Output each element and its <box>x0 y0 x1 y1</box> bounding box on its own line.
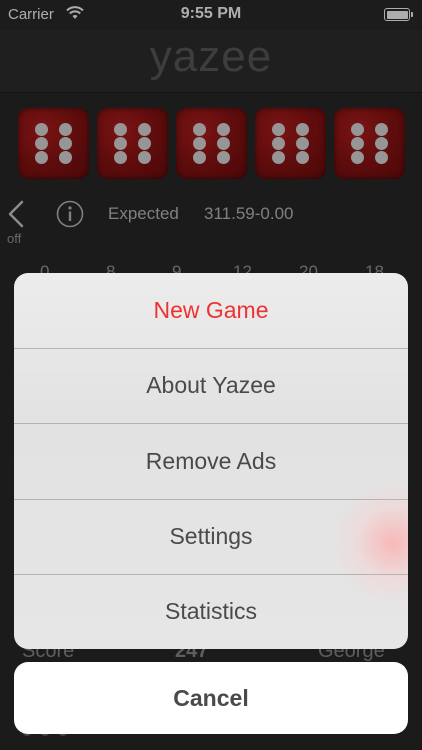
statistics-button[interactable]: Statistics <box>14 574 408 649</box>
settings-button[interactable]: Settings <box>14 499 408 575</box>
action-sheet: New Game About Yazee Remove Ads Settings… <box>14 273 408 649</box>
cancel-button[interactable]: Cancel <box>14 662 408 734</box>
about-yazee-button[interactable]: About Yazee <box>14 348 408 424</box>
new-game-button[interactable]: New Game <box>14 273 408 349</box>
remove-ads-button[interactable]: Remove Ads <box>14 424 408 500</box>
